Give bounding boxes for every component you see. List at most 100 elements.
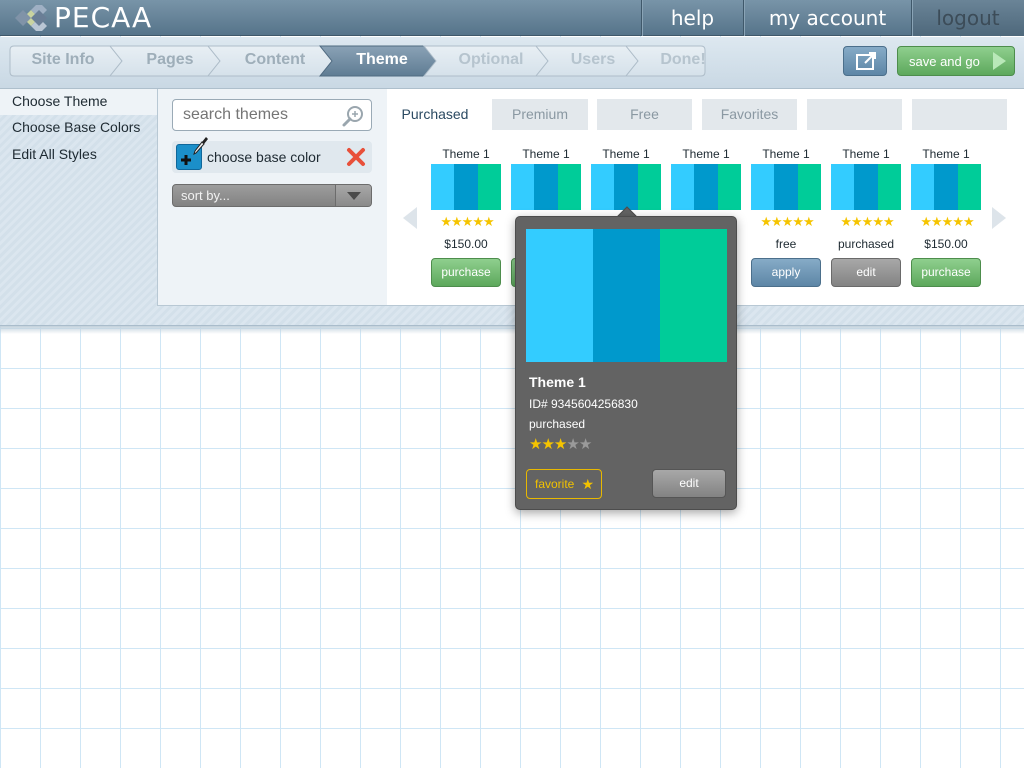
swatch-color-2 (774, 164, 798, 210)
preview-color-1 (526, 229, 593, 362)
theme-name: Theme 1 (522, 147, 570, 161)
chevron-down-icon (347, 192, 361, 200)
external-link-icon (856, 52, 876, 70)
brand-name: PECAA (54, 1, 153, 34)
swatch-color-2 (694, 164, 718, 210)
swatch-color-3 (557, 164, 581, 210)
save-and-go-button[interactable]: save and go (897, 46, 1015, 76)
swatch-color-2 (614, 164, 638, 210)
tab-empty-1[interactable] (807, 99, 902, 130)
star-icon: ★ (529, 436, 542, 453)
theme-name: Theme 1 (682, 147, 730, 161)
step-pages[interactable]: Pages (122, 51, 218, 71)
swatch-color-3 (477, 164, 501, 210)
search-zoom-icon (342, 106, 363, 127)
carousel-prev-arrow-icon[interactable] (401, 205, 419, 231)
swatch-color-1 (591, 164, 615, 210)
popup-color-preview (526, 229, 727, 362)
swatch-color-2 (934, 164, 958, 210)
sort-dropdown[interactable]: sort by... (172, 184, 372, 207)
preview-external-button[interactable] (843, 46, 887, 76)
carousel-next-arrow-icon[interactable] (990, 205, 1008, 231)
favorite-label: favorite (535, 477, 575, 491)
star-icon: ★ (541, 436, 554, 453)
tab-premium[interactable]: Premium (492, 99, 588, 130)
theme-color-swatch[interactable] (591, 164, 661, 210)
panel-shadow (0, 326, 1024, 334)
theme-name: Theme 1 (922, 147, 970, 161)
star-icon: ★ (553, 436, 567, 453)
sort-label: sort by... (181, 188, 230, 203)
swatch-color-2 (854, 164, 878, 210)
sort-dropdown-toggle[interactable] (335, 185, 371, 206)
step-done[interactable]: Done! (638, 51, 728, 71)
purchase-button[interactable]: purchase (911, 258, 981, 287)
help-link[interactable]: help (641, 0, 743, 36)
swatch-color-3 (717, 164, 741, 210)
swatch-color-3 (797, 164, 821, 210)
swatch-color-3 (877, 164, 901, 210)
search-input[interactable] (173, 100, 338, 130)
swatch-color-1 (751, 164, 775, 210)
preview-color-3 (660, 229, 727, 362)
theme-color-swatch[interactable] (511, 164, 581, 210)
tab-free[interactable]: Free (597, 99, 692, 130)
popup-rating-stars: ★★★★★ (529, 435, 592, 453)
popup-theme-status: purchased (529, 417, 586, 431)
swatch-color-1 (431, 164, 455, 210)
popup-edit-button[interactable]: edit (652, 469, 726, 498)
menu-edit-all-styles[interactable]: Edit All Styles (0, 142, 157, 168)
base-color-picker[interactable]: choose base color (172, 137, 372, 173)
favorite-button[interactable]: favorite ★ (526, 469, 602, 499)
star-icon: ★ (578, 436, 592, 453)
swatch-color-1 (911, 164, 935, 210)
theme-color-swatch[interactable] (911, 164, 981, 210)
theme-name: Theme 1 (442, 147, 490, 161)
theme-color-swatch[interactable] (831, 164, 901, 210)
menu-choose-theme[interactable]: Choose Theme (0, 89, 157, 115)
rating-stars: ★★★★★ (840, 214, 894, 229)
theme-price: free (775, 237, 797, 251)
brand-logo[interactable]: PECAA (14, 3, 152, 33)
tab-purchased[interactable]: Purchased (388, 99, 482, 130)
theme-name: Theme 1 (842, 147, 890, 161)
theme-color-swatch[interactable] (751, 164, 821, 210)
tab-favorites[interactable]: Favorites (702, 99, 797, 130)
theme-color-swatch[interactable] (431, 164, 501, 210)
swatch-color-1 (831, 164, 855, 210)
theme-search-box[interactable] (172, 99, 372, 131)
tab-empty-2[interactable] (912, 99, 1007, 130)
star-icon: ★ (581, 476, 594, 492)
theme-detail-popup: Theme 1 ID# 9345604256830 purchased ★★★★… (515, 216, 737, 510)
wizard-step-bar: Site Info Pages Content Theme Optional U… (0, 37, 1024, 89)
star-icon: ★ (566, 436, 579, 453)
step-optional[interactable]: Optional (436, 51, 546, 71)
step-site-info[interactable]: Site Info (18, 51, 108, 71)
swatch-color-3 (957, 164, 981, 210)
swatch-color-1 (671, 164, 695, 210)
step-content[interactable]: Content (220, 51, 330, 71)
my-account-link[interactable]: my account (743, 0, 911, 36)
purchase-button[interactable]: purchase (431, 258, 501, 287)
swatch-color-2 (454, 164, 478, 210)
theme-color-swatch[interactable] (671, 164, 741, 210)
theme-name: Theme 1 (762, 147, 810, 161)
theme-price: $150.00 (444, 237, 488, 251)
edit-button[interactable]: edit (831, 258, 901, 287)
popup-theme-title: Theme 1 (529, 374, 586, 390)
swatch-color-1 (511, 164, 535, 210)
menu-choose-base-colors[interactable]: Choose Base Colors (0, 115, 157, 141)
step-users[interactable]: Users (548, 51, 638, 71)
top-header: PECAA help my account logout (0, 0, 1024, 36)
swatch-color-2 (534, 164, 558, 210)
preview-color-2 (593, 229, 660, 362)
theme-name: Theme 1 (602, 147, 650, 161)
step-theme[interactable]: Theme (332, 51, 432, 71)
theme-price: purchased (837, 237, 895, 251)
remove-x-icon[interactable] (346, 147, 366, 167)
rating-stars: ★★★★★ (920, 214, 974, 229)
apply-button[interactable]: apply (751, 258, 821, 287)
swatch-color-3 (637, 164, 661, 210)
rating-stars: ★★★★★ (440, 214, 494, 229)
logout-button[interactable]: logout (911, 0, 1024, 36)
